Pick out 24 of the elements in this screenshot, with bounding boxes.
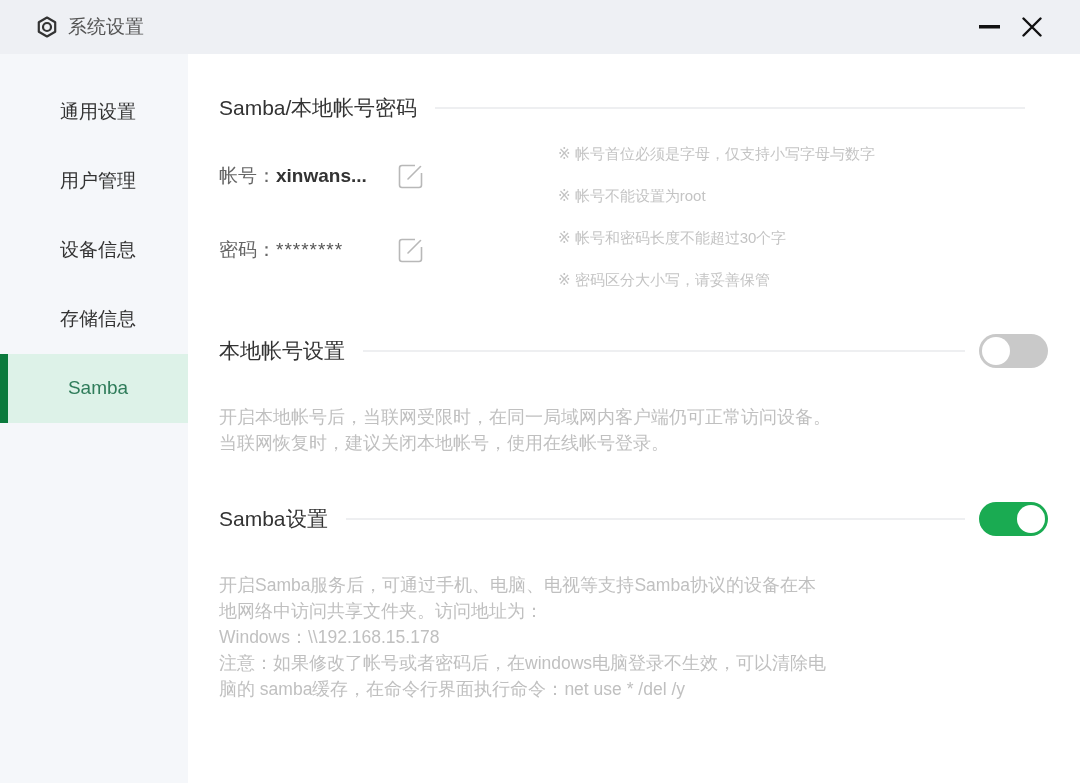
toggle-switch[interactable] bbox=[979, 502, 1048, 536]
sidebar-item[interactable]: 通用设置 bbox=[0, 78, 188, 147]
edit-icon[interactable] bbox=[398, 237, 423, 263]
section-title: Samba设置 bbox=[219, 506, 328, 533]
minimize-icon[interactable] bbox=[979, 25, 1000, 29]
settings-icon bbox=[36, 16, 58, 38]
hint-text: ※ 帐号和密码长度不能超过30个字 bbox=[558, 228, 788, 248]
masked-password: ******** bbox=[276, 237, 344, 262]
sidebar-item[interactable]: Samba bbox=[0, 354, 188, 423]
window-title: 系统设置 bbox=[68, 14, 144, 39]
hint-text: ※ 密码区分大小写，请妥善保管 bbox=[558, 270, 771, 290]
edit-icon[interactable] bbox=[398, 163, 423, 189]
hint-text: ※ 帐号首位必须是字母，仅支持小写字母与数字 bbox=[558, 144, 875, 164]
section-title: 本地帐号设置 bbox=[219, 338, 345, 365]
description-text: 开启Samba服务后，可通过手机、电脑、电视等支持Samba协议的设备在本 地网络中访问共享文件夹。访问地址为： Windows：\\192.168.15.178 注意：如果修改了帐号或者密码后，在windows电脑登录不生效，可以清除电 脑的 samba缓存，在命令行界面执行命令：net use * /del /y bbox=[219, 574, 828, 701]
field-label: 密码： bbox=[219, 237, 276, 262]
close-icon[interactable] bbox=[1022, 17, 1042, 37]
sidebar-item[interactable]: 用户管理 bbox=[0, 147, 188, 216]
sidebar-item[interactable]: 存储信息 bbox=[0, 285, 188, 354]
field-label: 帐号： bbox=[219, 163, 276, 188]
field-value: xinwans... bbox=[276, 163, 367, 188]
sidebar-item[interactable]: 设备信息 bbox=[0, 216, 188, 285]
toggle-switch[interactable] bbox=[979, 334, 1048, 368]
section-title: Samba/本地帐号密码 bbox=[219, 95, 418, 122]
